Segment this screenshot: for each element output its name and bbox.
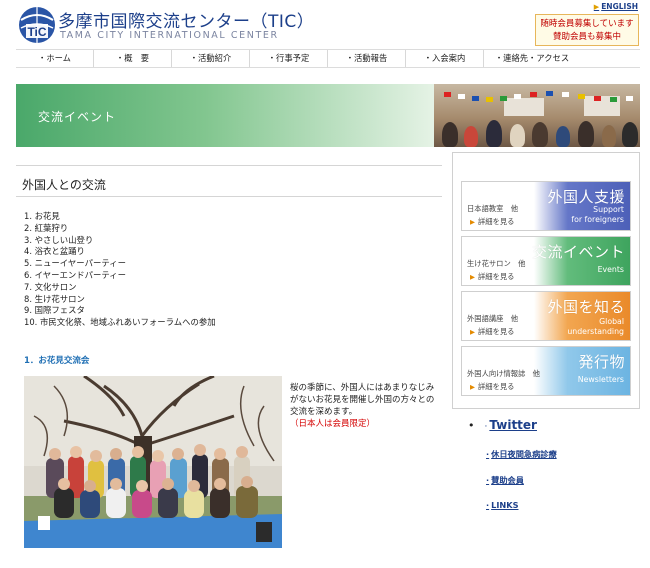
list-item: 9. 国際フェスタ — [24, 305, 85, 316]
card-label: 外国人向け情報誌 他 — [467, 369, 540, 378]
list-item: 5. ニューイヤーパーティー — [24, 258, 126, 269]
triangle-right-icon: ▶ — [470, 273, 475, 281]
card-title: 発行物 — [578, 353, 625, 371]
card-subtitle-en: Events — [597, 265, 624, 274]
list-item: 10. 市民文化祭、地域ふれあいフォーラムへの参加 — [24, 317, 216, 328]
event-list: 1. お花見 2. 紅葉狩り 3. やさしい山登り 4. 浴衣と盆踊り 5. ニ… — [24, 211, 216, 329]
members-only-note: （日本人は会員限定） — [290, 419, 376, 429]
card-subtitle-en: Global — [599, 317, 624, 326]
card-more-link[interactable]: ▶ 詳細を見る — [470, 382, 514, 392]
hanami-description: 桜の季節に、外国人にはあまりなじみがないお花見を開催し外国の方々との交流を深めま… — [290, 382, 435, 430]
nav-membership[interactable]: ・入会案内 — [406, 50, 484, 67]
bullet-icon: • — [468, 419, 475, 432]
card-subtitle-en-2: for foreigners — [571, 215, 624, 224]
triangle-right-icon: ▶ — [593, 3, 600, 11]
link-label: LINKS — [491, 500, 519, 510]
card-subtitle-en: Support — [593, 205, 624, 214]
link-label: 休日夜間急病診療 — [491, 449, 557, 459]
card-more-link[interactable]: ▶ 詳細を見る — [470, 217, 514, 227]
page-banner: 交流イベント — [16, 84, 640, 147]
twitter-label: Twitter — [489, 418, 537, 432]
list-item: 4. 浴衣と盆踊り — [24, 246, 85, 257]
dot-icon: · — [486, 475, 490, 485]
link-label: 賛助会員 — [491, 475, 524, 485]
dot-icon: · — [486, 449, 490, 459]
card-title: 外国を知る — [547, 298, 625, 316]
card-newsletters[interactable]: 発行物 Newsletters 外国人向け情報誌 他 ▶ 詳細を見る — [461, 346, 631, 396]
card-more-link[interactable]: ▶ 詳細を見る — [470, 327, 514, 337]
site-title[interactable]: 多摩市国際交流センター（TIC） — [58, 7, 314, 32]
membership-notice[interactable]: 随時会員募集しています 賛助会員も募集中 — [535, 14, 639, 46]
card-more-label: 詳細を見る — [478, 382, 515, 391]
card-subtitle-en: Newsletters — [577, 375, 624, 384]
list-item: 7. 文化サロン — [24, 281, 77, 292]
nav-contact[interactable]: ・連絡先・アクセス — [484, 50, 580, 67]
tic-logo[interactable]: TiC — [18, 6, 56, 44]
card-more-label: 詳細を見る — [478, 272, 515, 281]
card-label: 外国語講座 他 — [467, 314, 519, 323]
english-link[interactable]: ▶ ENGLISH — [594, 2, 638, 11]
nav-activities[interactable]: ・活動紹介 — [172, 50, 250, 67]
english-link-label: ENGLISH — [601, 2, 638, 11]
card-more-label: 詳細を見る — [478, 327, 515, 336]
hanami-group-photo — [24, 376, 282, 548]
link-links-page[interactable]: · LINKS — [486, 500, 518, 510]
dot-icon: · — [486, 500, 490, 510]
banner-party-photo — [434, 84, 640, 147]
hanami-heading: 1．お花見交流会 — [24, 356, 90, 366]
link-emergency-clinic[interactable]: · 休日夜間急病診療 — [486, 448, 557, 460]
card-title: 交流イベント — [531, 243, 625, 261]
svg-text:TiC: TiC — [27, 25, 46, 39]
sidebar-panel: 外国人支援 Support for foreigners 日本語教室 他 ▶ 詳細… — [452, 152, 640, 409]
card-foreigner-support[interactable]: 外国人支援 Support for foreigners 日本語教室 他 ▶ 詳細… — [461, 181, 631, 231]
card-events[interactable]: 交流イベント Events 生け花サロン 他 ▶ 詳細を見る — [461, 236, 631, 286]
card-more-label: 詳細を見る — [478, 217, 515, 226]
heading-divider — [16, 196, 442, 197]
banner-title: 交流イベント — [38, 110, 117, 124]
card-global-understanding[interactable]: 外国を知る Global understanding 外国語講座 他 ▶ 詳細を見… — [461, 291, 631, 341]
main-nav: ・ホーム ・概 要 ・活動紹介 ・行事予定 ・活動報告 ・入会案内 ・連絡先・ア… — [16, 49, 640, 68]
nav-about[interactable]: ・概 要 — [94, 50, 172, 67]
nav-reports[interactable]: ・活動報告 — [328, 50, 406, 67]
notice-line-2: 賛助会員も募集中 — [552, 32, 621, 42]
card-title: 外国人支援 — [547, 188, 625, 206]
nav-schedule[interactable]: ・行事予定 — [250, 50, 328, 67]
triangle-right-icon: ▶ — [470, 328, 475, 336]
list-item: 1. お花見 — [24, 211, 60, 221]
content-top-divider — [16, 165, 442, 166]
list-item: 2. 紅葉狩り — [24, 222, 69, 233]
triangle-right-icon: ▶ — [470, 383, 475, 391]
card-more-link[interactable]: ▶ 詳細を見る — [470, 272, 514, 282]
site-subtitle: TAMA CITY INTERNATIONAL CENTER — [60, 30, 279, 41]
list-item: 6. イヤーエンドパーティー — [24, 269, 127, 280]
link-supporting-members[interactable]: · 賛助会員 — [486, 474, 524, 486]
notice-line-1: 随時会員募集しています — [540, 19, 634, 29]
dot-icon: · — [484, 422, 488, 432]
section-heading: 外国人との交流 — [22, 178, 106, 192]
nav-home[interactable]: ・ホーム — [16, 50, 94, 67]
list-item: 3. やさしい山登り — [24, 234, 94, 245]
twitter-link[interactable]: • · Twitter — [468, 418, 537, 432]
card-subtitle-en-2: understanding — [567, 327, 624, 336]
hanami-description-text: 桜の季節に、外国人にはあまりなじみがないお花見を開催し外国の方々との交流を深めま… — [290, 383, 435, 417]
card-label: 日本語教室 他 — [467, 204, 519, 213]
list-item: 8. 生け花サロン — [24, 293, 85, 304]
triangle-right-icon: ▶ — [470, 218, 475, 226]
card-label: 生け花サロン 他 — [467, 259, 526, 268]
